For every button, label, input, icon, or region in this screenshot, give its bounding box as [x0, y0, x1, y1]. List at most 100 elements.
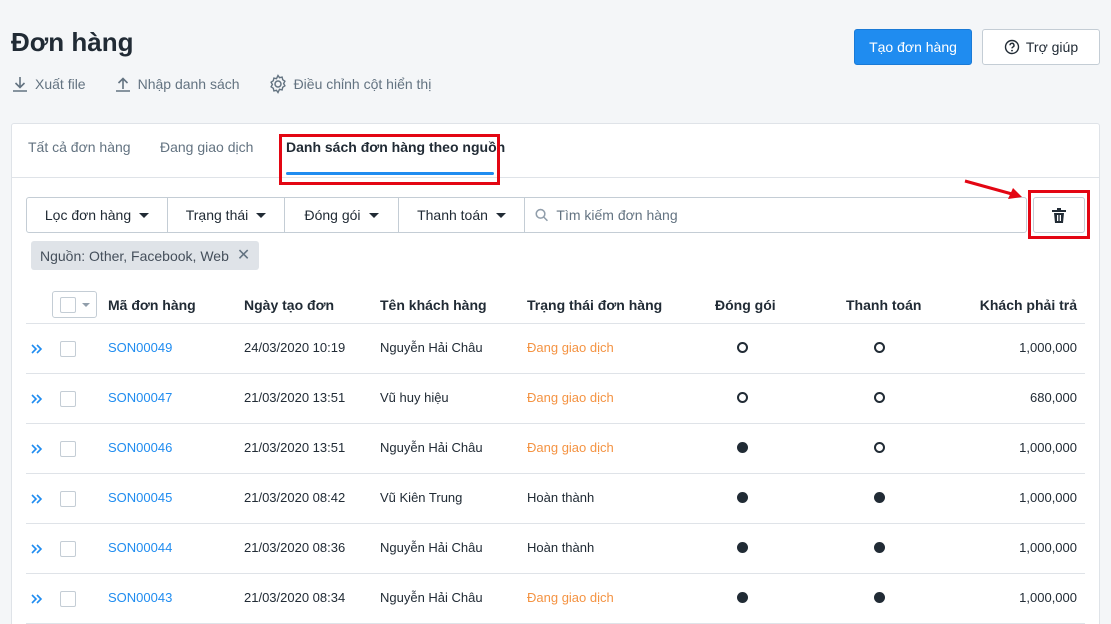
download-icon	[13, 77, 27, 92]
caret-down-icon	[82, 302, 90, 307]
status-filter-dropdown[interactable]: Trạng thái	[168, 198, 285, 232]
order-code[interactable]: SON00044	[108, 540, 172, 555]
source-filter-chip: Nguồn: Other, Facebook, Web ✕	[31, 241, 260, 270]
customer-name: Nguyễn Hải Châu	[380, 540, 483, 555]
adjust-columns-action[interactable]: Điều chỉnh cột hiển thị	[268, 72, 431, 96]
caret-down-icon	[256, 212, 267, 218]
row-divider	[26, 373, 1085, 374]
caret-down-icon	[139, 212, 150, 218]
row-checkbox[interactable]	[60, 541, 76, 557]
row-checkbox[interactable]	[60, 391, 76, 407]
column-header-packing[interactable]: Đóng gói	[715, 297, 776, 313]
customer-name: Vũ huy hiệu	[380, 390, 449, 405]
column-header-created-date[interactable]: Ngày tạo đơn	[244, 297, 334, 313]
created-date: 21/03/2020 13:51	[244, 440, 346, 455]
import-list-label: Nhập danh sách	[137, 76, 240, 92]
close-icon[interactable]: ✕	[237, 247, 250, 264]
packing-filter-label: Đóng gói	[304, 207, 361, 223]
expand-row-icon[interactable]	[30, 492, 44, 506]
amount-due: 1,000,000	[1019, 440, 1077, 455]
row-checkbox[interactable]	[60, 441, 76, 457]
filter-orders-dropdown[interactable]: Lọc đơn hàng	[27, 198, 168, 232]
customer-name: Nguyễn Hải Châu	[380, 590, 483, 605]
question-circle-icon	[1004, 39, 1020, 55]
expand-row-icon[interactable]	[30, 342, 44, 356]
help-button-label: Trợ giúp	[1025, 39, 1079, 55]
expand-row-icon[interactable]	[30, 592, 44, 606]
payment-status-filled-icon	[874, 492, 885, 503]
row-checkbox[interactable]	[60, 341, 76, 357]
column-header-payment[interactable]: Thanh toán	[846, 297, 921, 313]
packed-status-filled-icon	[737, 492, 748, 503]
select-all-checkbox[interactable]	[52, 291, 97, 318]
row-divider	[26, 573, 1085, 574]
caret-down-icon	[495, 212, 506, 218]
order-status: Đang giao dịch	[527, 590, 614, 605]
payment-status-filled-icon	[874, 592, 885, 603]
column-header-order-status[interactable]: Trạng thái đơn hàng	[527, 297, 662, 313]
column-header-order-code[interactable]: Mã đơn hàng	[108, 297, 196, 313]
row-divider	[26, 523, 1085, 524]
payment-status-filled-icon	[874, 542, 885, 553]
amount-due: 1,000,000	[1019, 540, 1077, 555]
export-file-action[interactable]: Xuất file	[11, 72, 86, 96]
expand-row-icon[interactable]	[30, 542, 44, 556]
filter-orders-label: Lọc đơn hàng	[44, 207, 132, 223]
column-header-customer[interactable]: Tên khách hàng	[380, 297, 487, 313]
expand-row-icon[interactable]	[30, 392, 44, 406]
create-order-button[interactable]: Tạo đơn hàng	[854, 29, 972, 65]
packed-status-filled-icon	[737, 592, 748, 603]
packed-status-filled-icon	[737, 542, 748, 553]
payment-status-open-icon	[874, 342, 885, 353]
expand-row-icon[interactable]	[30, 442, 44, 456]
order-status: Hoàn thành	[527, 490, 595, 505]
packed-status-filled-icon	[737, 442, 748, 453]
tab-all-orders[interactable]: Tất cả đơn hàng	[28, 139, 131, 155]
row-divider	[26, 473, 1085, 474]
order-code[interactable]: SON00049	[108, 340, 172, 355]
order-status: Hoàn thành	[527, 540, 595, 555]
search-icon	[535, 208, 548, 222]
payment-status-open-icon	[874, 392, 885, 403]
order-code[interactable]: SON00043	[108, 590, 172, 605]
page-actions: Xuất file Nhập danh sách Điều chỉnh cột …	[11, 72, 431, 96]
created-date: 21/03/2020 08:42	[244, 490, 346, 505]
status-filter-label: Trạng thái	[185, 207, 249, 223]
amount-due: 1,000,000	[1019, 590, 1077, 605]
payment-filter-label: Thanh toán	[417, 207, 488, 223]
payment-filter-dropdown[interactable]: Thanh toán	[399, 198, 525, 232]
order-code[interactable]: SON00045	[108, 490, 172, 505]
order-code[interactable]: SON00047	[108, 390, 172, 405]
packed-status-open-icon	[737, 392, 748, 403]
row-checkbox[interactable]	[60, 591, 76, 607]
amount-due: 1,000,000	[1019, 490, 1077, 505]
import-list-action[interactable]: Nhập danh sách	[114, 72, 240, 96]
order-code[interactable]: SON00046	[108, 440, 172, 455]
packed-status-open-icon	[737, 342, 748, 353]
filter-bar: Lọc đơn hàng Trạng thái Đóng gói Thanh t…	[26, 197, 1027, 233]
annotation-arrow	[964, 179, 1022, 199]
order-status: Đang giao dịch	[527, 340, 614, 355]
page-title: Đơn hàng	[11, 27, 134, 57]
column-header-amount[interactable]: Khách phải trả	[980, 297, 1077, 313]
row-checkbox[interactable]	[60, 491, 76, 507]
export-file-label: Xuất file	[35, 76, 86, 92]
search-box	[525, 198, 1026, 232]
amount-due: 1,000,000	[1019, 340, 1077, 355]
amount-due: 680,000	[1030, 390, 1077, 405]
customer-name: Nguyễn Hải Châu	[380, 340, 483, 355]
search-input[interactable]	[556, 207, 1026, 223]
tab-bar: Tất cả đơn hàng Đang giao dịch Danh sách…	[12, 124, 1099, 178]
help-button[interactable]: Trợ giúp	[982, 29, 1100, 65]
payment-status-open-icon	[874, 442, 885, 453]
packing-filter-dropdown[interactable]: Đóng gói	[285, 198, 399, 232]
customer-name: Vũ Kiên Trung	[380, 490, 463, 505]
highlight-box-trash	[1028, 190, 1090, 239]
highlight-box-tab	[279, 134, 500, 185]
created-date: 21/03/2020 08:36	[244, 540, 346, 555]
upload-icon	[115, 77, 130, 92]
order-status: Đang giao dịch	[527, 390, 614, 405]
order-status: Đang giao dịch	[527, 440, 614, 455]
tab-in-transaction[interactable]: Đang giao dịch	[160, 139, 253, 155]
created-date: 21/03/2020 13:51	[244, 390, 346, 405]
